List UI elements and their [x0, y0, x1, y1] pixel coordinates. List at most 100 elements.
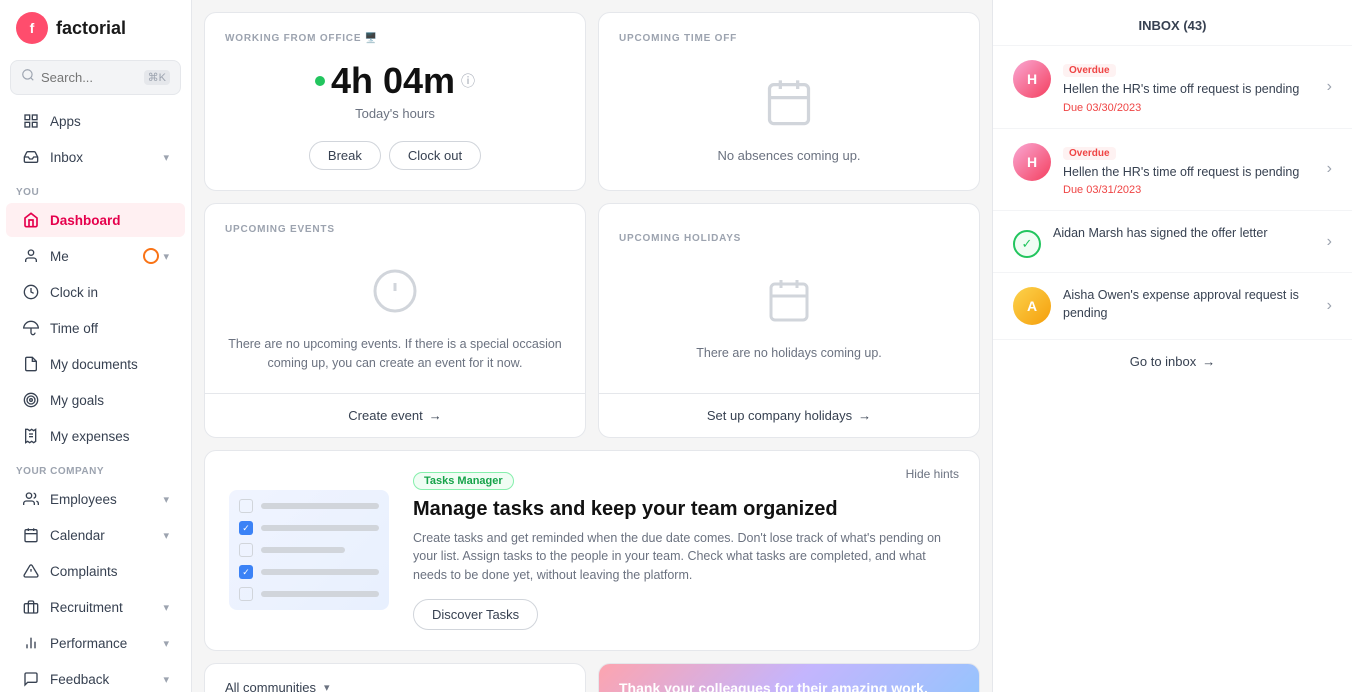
chevron-down-icon: ▾ [324, 681, 330, 692]
events-card: UPCOMING EVENTS There are no upcoming ev… [204, 203, 586, 438]
sidebar-item-apps[interactable]: Apps [6, 104, 185, 138]
sidebar-item-time-off[interactable]: Time off [6, 311, 185, 345]
clock-out-button[interactable]: Clock out [389, 141, 481, 170]
chart-icon [22, 634, 40, 652]
inbox-text-2: Hellen the HR's time off request is pend… [1063, 164, 1315, 182]
sidebar-item-employees[interactable]: Employees ▾ [6, 482, 185, 516]
arrow-right-icon: › [1327, 160, 1332, 178]
communities-card[interactable]: All communities ▾ [204, 663, 586, 692]
active-dot [315, 76, 325, 86]
communities-label: All communities [225, 680, 316, 692]
users-icon [22, 490, 40, 508]
sidebar-item-my-expenses[interactable]: My expenses [6, 419, 185, 453]
umbrella-icon [22, 319, 40, 337]
sidebar-item-performance[interactable]: Performance ▾ [6, 626, 185, 660]
sidebar-item-my-documents[interactable]: My documents [6, 347, 185, 381]
search-input[interactable] [41, 70, 138, 85]
overdue-badge: Overdue [1063, 64, 1116, 77]
discover-tasks-button[interactable]: Discover Tasks [413, 599, 538, 630]
home-icon [22, 211, 40, 229]
break-button[interactable]: Break [309, 141, 381, 170]
target-icon [22, 391, 40, 409]
todays-hours-label: Today's hours [355, 106, 435, 121]
top-cards-row: WORKING FROM OFFICE 🖥️ 4h 04m ⓘ Today's … [204, 12, 980, 191]
inbox-item-3[interactable]: ✓ Aidan Marsh has signed the offer lette… [993, 211, 1352, 273]
go-to-inbox-link[interactable]: Go to inbox → [993, 340, 1352, 383]
sidebar-item-label: Apps [50, 114, 81, 129]
create-event-link[interactable]: Create event → [348, 408, 441, 423]
time-off-empty: No absences coming up. [717, 148, 860, 163]
events-empty-text: There are no upcoming events. If there i… [225, 335, 565, 373]
file-icon [22, 355, 40, 373]
chevron-icon: ▾ [163, 601, 169, 614]
sidebar-item-label: Employees [50, 492, 117, 507]
sidebar-item-my-goals[interactable]: My goals [6, 383, 185, 417]
search-shortcut: ⌘K [144, 70, 170, 85]
logo-text: factorial [56, 18, 126, 39]
inbox-icon [22, 148, 40, 166]
communities-row: All communities ▾ Thank your colleagues … [204, 663, 980, 692]
sidebar-item-label: My expenses [50, 429, 130, 444]
sidebar-item-label: Time off [50, 321, 98, 336]
sidebar-item-dashboard[interactable]: Dashboard [6, 203, 185, 237]
middle-cards-row: UPCOMING EVENTS There are no upcoming ev… [204, 203, 980, 438]
events-footer: Create event → [205, 393, 585, 437]
sidebar-item-label: Complaints [50, 564, 118, 579]
message-icon [22, 670, 40, 688]
sidebar-item-label: Feedback [50, 672, 109, 687]
create-event-label: Create event [348, 408, 422, 423]
company-section-label: YOUR COMPANY [0, 454, 191, 481]
arrow-right-icon: → [429, 408, 442, 423]
alert-icon [22, 562, 40, 580]
working-office-title: WORKING FROM OFFICE 🖥️ [225, 33, 378, 44]
me-indicator [143, 248, 159, 264]
thank-text: Thank your colleagues for their amazing … [619, 680, 959, 692]
inbox-text-3: Aidan Marsh has signed the offer letter [1053, 225, 1315, 243]
inbox-item-2[interactable]: H Overdue Hellen the HR's time off reque… [993, 129, 1352, 212]
arrow-right-icon: → [1202, 354, 1215, 369]
arrow-right-icon: → [858, 408, 871, 423]
tasks-illustration: ✓ ✓ [229, 490, 389, 610]
sidebar-item-inbox[interactable]: Inbox ▾ [6, 140, 185, 174]
avatar-hellen-1: H [1013, 60, 1051, 98]
working-office-card: WORKING FROM OFFICE 🖥️ 4h 04m ⓘ Today's … [204, 12, 586, 191]
time-off-card: UPCOMING TIME OFF No absences coming up. [598, 12, 980, 191]
inbox-text-1: Hellen the HR's time off request is pend… [1063, 81, 1315, 99]
inbox-item-4[interactable]: A Aisha Owen's expense approval request … [993, 273, 1352, 340]
sidebar-item-label: Dashboard [50, 213, 121, 228]
setup-holidays-label: Set up company holidays [707, 408, 852, 423]
logo-icon: f [16, 12, 48, 44]
sidebar-item-label: Me [50, 249, 69, 264]
sidebar: f factorial ⌘K Apps Inbox ▾ YOU Dashboar… [0, 0, 192, 692]
logo-area: f factorial [0, 0, 191, 52]
tasks-description: Create tasks and get reminded when the d… [413, 529, 955, 585]
sidebar-item-complaints[interactable]: Complaints [6, 554, 185, 588]
chevron-icon: ▾ [163, 250, 169, 263]
search-icon [21, 68, 35, 87]
sidebar-item-feedback[interactable]: Feedback ▾ [6, 662, 185, 692]
inbox-content-2: Overdue Hellen the HR's time off request… [1063, 143, 1315, 197]
inbox-item-1[interactable]: H Overdue Hellen the HR's time off reque… [993, 46, 1352, 129]
sidebar-item-calendar[interactable]: Calendar ▾ [6, 518, 185, 552]
search-bar[interactable]: ⌘K [10, 60, 181, 95]
hours-value: 4h 04m [331, 60, 455, 102]
arrow-right-icon: › [1327, 78, 1332, 96]
hide-hints-button[interactable]: Hide hints [906, 467, 959, 481]
events-empty-icon [371, 267, 419, 325]
setup-holidays-link[interactable]: Set up company holidays → [707, 408, 871, 423]
overdue-badge: Overdue [1063, 147, 1116, 160]
info-icon[interactable]: ⓘ [461, 71, 475, 91]
events-title: UPCOMING EVENTS [225, 224, 335, 235]
sidebar-item-me[interactable]: Me ▾ [6, 239, 185, 273]
clock-icon [22, 283, 40, 301]
holidays-title: UPCOMING HOLIDAYS [619, 233, 741, 244]
inbox-content-3: Aidan Marsh has signed the offer letter [1053, 225, 1315, 243]
sidebar-item-clock-in[interactable]: Clock in [6, 275, 185, 309]
action-buttons: Break Clock out [309, 141, 481, 170]
sidebar-item-label: Recruitment [50, 600, 123, 615]
chevron-icon: ▾ [163, 493, 169, 506]
no-absence-icon [763, 76, 815, 138]
sidebar-item-label: Calendar [50, 528, 105, 543]
sidebar-item-recruitment[interactable]: Recruitment ▾ [6, 590, 185, 624]
chevron-icon: ▾ [163, 151, 169, 164]
